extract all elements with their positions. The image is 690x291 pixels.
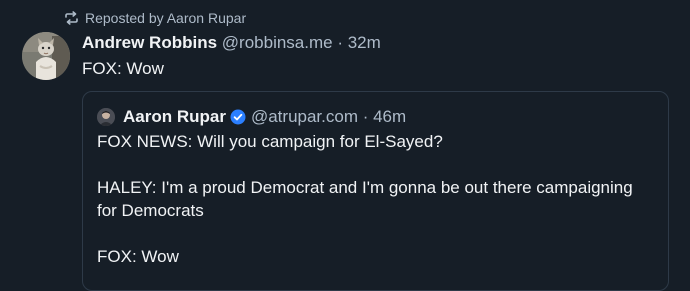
quote-paragraph: HALEY: I'm a proud Democrat and I'm gonn… xyxy=(97,178,633,220)
author-meta[interactable]: @robbinsa.me · 32m xyxy=(222,33,381,52)
avatar[interactable] xyxy=(22,32,70,80)
cat-avatar xyxy=(22,32,70,80)
quote-author-name[interactable]: Aaron Rupar xyxy=(123,106,226,128)
quote-header: Aaron Rupar @atrupar.com · 46m xyxy=(97,106,406,128)
quote-avatar[interactable] xyxy=(97,108,115,126)
author-name[interactable]: Andrew Robbins xyxy=(82,33,217,52)
repost-indicator[interactable]: Reposted by Aaron Rupar xyxy=(64,10,246,26)
post-header: Andrew Robbins @robbinsa.me · 32m xyxy=(82,32,381,54)
verified-check-icon xyxy=(230,109,246,125)
post-text: FOX: Wow xyxy=(82,59,164,78)
repost-icon xyxy=(64,11,79,25)
quote-body: FOX NEWS: Will you campaign for El-Sayed… xyxy=(97,130,657,268)
repost-label: Reposted by Aaron Rupar xyxy=(85,10,247,26)
quote-paragraph: FOX: Wow xyxy=(97,247,179,266)
quote-paragraph: FOX NEWS: Will you campaign for El-Sayed… xyxy=(97,132,443,151)
quote-author-meta[interactable]: @atrupar.com · 46m xyxy=(251,106,406,128)
quote-card[interactable]: Aaron Rupar @atrupar.com · 46m FOX NEWS:… xyxy=(82,91,669,291)
